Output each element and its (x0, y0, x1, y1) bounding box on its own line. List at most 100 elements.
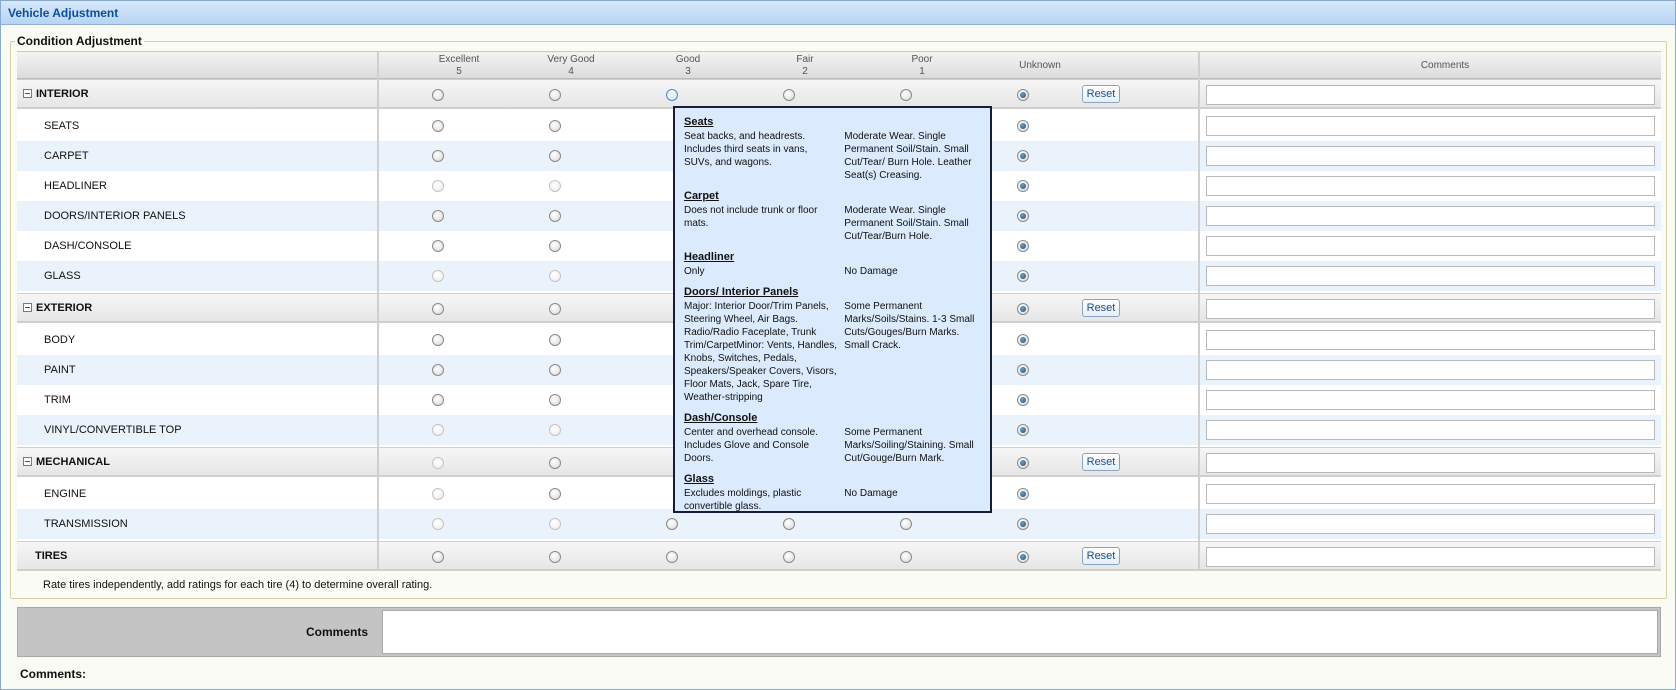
reset-interior-button[interactable]: Reset (1082, 85, 1120, 103)
radio-exterior-very-good[interactable] (549, 303, 561, 315)
comment-tires[interactable] (1206, 547, 1655, 567)
radio-tires-good[interactable] (666, 551, 678, 563)
comment-dash[interactable] (1206, 236, 1655, 256)
radio-seats-unknown[interactable] (1017, 120, 1029, 132)
comment-glass[interactable] (1206, 266, 1655, 286)
radio-interior-poor[interactable] (900, 89, 912, 101)
comment-doors[interactable] (1206, 206, 1655, 226)
radio-trim-unknown[interactable] (1017, 394, 1029, 406)
radio-glass-unknown[interactable] (1017, 270, 1029, 282)
radio-body-excellent[interactable] (432, 334, 444, 346)
radio-seats-very-good[interactable] (549, 120, 561, 132)
radio-mechanical-unknown[interactable] (1017, 457, 1029, 469)
radio-paint-excellent[interactable] (432, 364, 444, 376)
comment-exterior[interactable] (1206, 299, 1655, 319)
radio-tires-fair[interactable] (783, 551, 795, 563)
comment-transmission[interactable] (1206, 514, 1655, 534)
category-row-tires: TIRES Reset (17, 541, 1661, 571)
comment-engine[interactable] (1206, 484, 1655, 504)
comment-vinyl[interactable] (1206, 420, 1655, 440)
reset-tires-button[interactable]: Reset (1082, 547, 1120, 565)
tooltip-title: Seats (684, 116, 714, 128)
radio-trim-very-good[interactable] (549, 394, 561, 406)
item-label-paint: PAINT (44, 364, 76, 376)
radio-tires-excellent[interactable] (432, 551, 444, 563)
radio-dash-unknown[interactable] (1017, 240, 1029, 252)
tooltip-title: Dash/Console (684, 412, 758, 424)
radio-paint-very-good[interactable] (549, 364, 561, 376)
radio-exterior-unknown[interactable] (1017, 303, 1029, 315)
radio-glass-very-good[interactable] (549, 270, 561, 282)
reset-mechanical-button[interactable]: Reset (1082, 453, 1120, 471)
radio-headliner-excellent[interactable] (432, 180, 444, 192)
radio-transmission-unknown[interactable] (1017, 518, 1029, 530)
general-comments-block: Comments (17, 607, 1661, 657)
radio-vinyl-very-good[interactable] (549, 424, 561, 436)
radio-trim-excellent[interactable] (432, 394, 444, 406)
comment-seats[interactable] (1206, 116, 1655, 136)
comment-headliner[interactable] (1206, 176, 1655, 196)
radio-transmission-fair[interactable] (783, 518, 795, 530)
tooltip-section-seats: Seats Seat backs, and headrests. Include… (684, 116, 981, 182)
tooltip-title: Headliner (684, 251, 735, 263)
comment-body[interactable] (1206, 330, 1655, 350)
radio-mechanical-excellent[interactable] (432, 457, 444, 469)
radio-tires-very-good[interactable] (549, 551, 561, 563)
collapse-icon[interactable] (23, 89, 32, 98)
radio-mechanical-very-good[interactable] (549, 457, 561, 469)
collapse-icon[interactable] (23, 303, 32, 312)
radio-seats-excellent[interactable] (432, 120, 444, 132)
radio-body-very-good[interactable] (549, 334, 561, 346)
radio-engine-excellent[interactable] (432, 488, 444, 500)
item-label-glass: GLASS (44, 270, 81, 282)
comment-interior[interactable] (1206, 85, 1655, 105)
category-label-exterior: EXTERIOR (23, 294, 92, 321)
radio-vinyl-unknown[interactable] (1017, 424, 1029, 436)
radio-carpet-unknown[interactable] (1017, 150, 1029, 162)
radio-tires-unknown[interactable] (1017, 551, 1029, 563)
reset-exterior-button[interactable]: Reset (1082, 299, 1120, 317)
radio-interior-unknown[interactable] (1017, 89, 1029, 101)
comment-carpet[interactable] (1206, 146, 1655, 166)
tooltip-description: Major: Interior Door/Trim Panels, Steeri… (684, 301, 838, 403)
radio-transmission-poor[interactable] (900, 518, 912, 530)
radio-headliner-unknown[interactable] (1017, 180, 1029, 192)
radio-engine-very-good[interactable] (549, 488, 561, 500)
radio-dash-very-good[interactable] (549, 240, 561, 252)
column-divider (1198, 51, 1200, 571)
radio-dash-excellent[interactable] (432, 240, 444, 252)
radio-interior-good[interactable] (666, 89, 678, 101)
radio-carpet-excellent[interactable] (432, 150, 444, 162)
radio-vinyl-excellent[interactable] (432, 424, 444, 436)
radio-interior-very-good[interactable] (549, 89, 561, 101)
tooltip-title: Glass (684, 473, 714, 485)
general-comments-textarea[interactable] (382, 610, 1658, 654)
radio-transmission-very-good[interactable] (549, 518, 561, 530)
radio-exterior-excellent[interactable] (432, 303, 444, 315)
comment-trim[interactable] (1206, 390, 1655, 410)
item-label-seats: SEATS (44, 120, 80, 132)
comment-paint[interactable] (1206, 360, 1655, 380)
radio-headliner-very-good[interactable] (549, 180, 561, 192)
radio-doors-excellent[interactable] (432, 210, 444, 222)
category-label-interior: INTERIOR (23, 80, 89, 107)
tires-note: Rate tires independently, add ratings fo… (43, 579, 433, 591)
radio-glass-excellent[interactable] (432, 270, 444, 282)
radio-transmission-good[interactable] (666, 518, 678, 530)
radio-doors-very-good[interactable] (549, 210, 561, 222)
radio-carpet-very-good[interactable] (549, 150, 561, 162)
radio-interior-fair[interactable] (783, 89, 795, 101)
collapse-icon[interactable] (23, 457, 32, 466)
radio-tires-poor[interactable] (900, 551, 912, 563)
category-label-tires: TIRES (35, 549, 68, 562)
tooltip-title: Carpet (684, 190, 719, 202)
item-label-body: BODY (44, 334, 76, 346)
radio-interior-excellent[interactable] (432, 89, 444, 101)
radio-body-unknown[interactable] (1017, 334, 1029, 346)
radio-doors-unknown[interactable] (1017, 210, 1029, 222)
item-label-vinyl-convertible-top: VINYL/CONVERTIBLE TOP (44, 424, 182, 436)
radio-paint-unknown[interactable] (1017, 364, 1029, 376)
radio-transmission-excellent[interactable] (432, 518, 444, 530)
comment-mechanical[interactable] (1206, 453, 1655, 473)
radio-engine-unknown[interactable] (1017, 488, 1029, 500)
